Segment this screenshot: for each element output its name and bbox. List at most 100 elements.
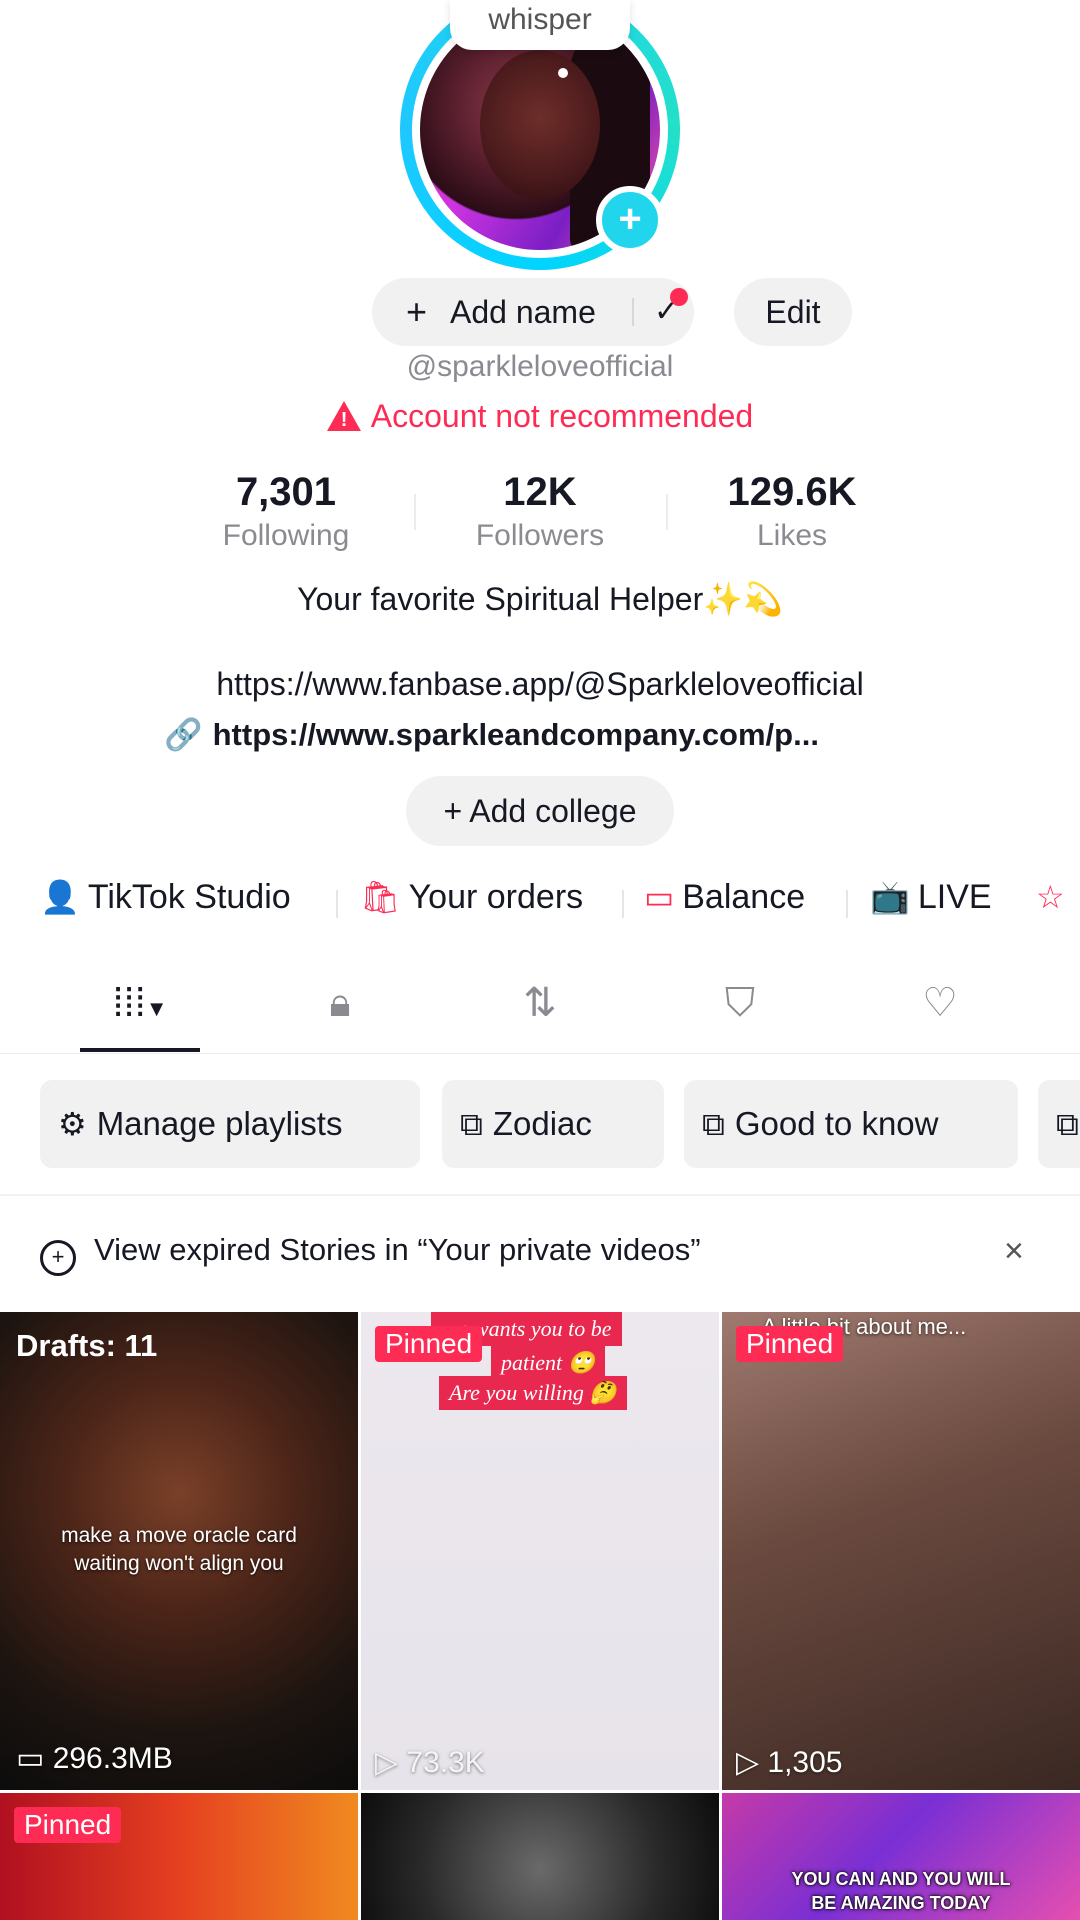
caption-line: BE AMAZING TODAY [811,1893,991,1913]
repost-icon: ⇅ [523,981,557,1025]
caption-line: waiting won't align you [74,1552,284,1575]
orders-icon: 🛍 [360,879,401,915]
caption-line: patient 🙄 [491,1346,605,1380]
divider [632,298,634,326]
chevron-down-icon: ▼ [145,996,168,1021]
view-count-value: 73.3K [406,1746,485,1779]
studio-icon: 👤 [40,879,80,915]
stat-label: Followers [475,519,605,552]
profile-tab-bar: ⁞⁞⁞▼ 🔒︎ ⇅ ⛉ ♡ [0,970,1080,1054]
close-icon[interactable]: × [1004,1232,1024,1271]
notice-text: View expired Stories in “Your private vi… [94,1232,701,1267]
notification-dot [670,288,688,306]
star-icon: ☆ [1036,879,1065,915]
video-tile[interactable]: YOU CAN AND YOU WILL BE AMAZING TODAY [722,1793,1080,1920]
stat-label: Following [222,519,350,552]
shortcut-label: LIVE [917,878,992,916]
video-tile[interactable]: ...n wants you to be patient 🙄 Are you w… [361,1312,719,1790]
pinned-badge: Pinned [14,1807,122,1843]
video-tile[interactable]: A little bit about me... Pinned ▷ 1,305 [722,1312,1080,1790]
warning-text: Account not recommended [370,398,754,434]
add-name-label: Add name [450,294,596,330]
playlist-zodiac[interactable]: ⧉ Zodiac [442,1080,664,1168]
divider [846,890,848,918]
stat-label: Likes [756,519,828,552]
section-divider [0,1194,1080,1196]
divider [336,890,338,918]
video-caption: make a move oracle card waiting won't al… [0,1522,358,1578]
storage-icon: ▭ [16,1742,53,1775]
caption-line: Are you willing 🤔 [439,1376,627,1410]
video-caption: YOU CAN AND YOU WILL BE AMAZING TODAY [722,1867,1080,1915]
video-tile[interactable] [361,1793,719,1920]
playlist-more[interactable]: ⧉ [1038,1080,1080,1168]
videos-grid-icon: ⁞⁞⁞ [112,981,146,1025]
tab-private[interactable]: 🔒︎ [280,970,400,1054]
heart-icon: ♡ [922,981,958,1025]
playlist-good-to-know[interactable]: ⧉ Good to know [684,1080,1018,1168]
view-count: ▷ 1,305 [736,1745,842,1780]
whisper-bubble[interactable]: whisper [450,0,630,50]
bookmark-icon: ⛉ [725,981,755,1025]
shortcut-live[interactable]: 📺 LIVE [870,878,992,917]
divider [622,890,624,918]
playlist-label: Good to know [734,1105,939,1142]
lock-icon: 🔒︎ [329,981,351,1025]
stat-likes[interactable]: 129.6K Likes [682,470,902,553]
pinned-badge: Pinned [375,1326,483,1362]
view-count: ▷ 73.3K [375,1745,485,1780]
active-tab-indicator [80,1048,200,1052]
view-count-value: 1,305 [767,1746,843,1779]
add-name-button[interactable]: + Add name ✓ [372,278,694,346]
shortcut-tiktok-studio[interactable]: 👤 TikTok Studio [40,878,291,917]
website-link-text: https://www.sparkleandcompany.com/p... [212,717,819,752]
playlist-icon: ⧉ [1056,1106,1079,1142]
stat-value: 7,301 [235,470,337,514]
shortcut-bar: 👤 TikTok Studio 🛍 Your orders ▭ Balance 📺 LI… [0,872,1080,932]
stat-divider [666,494,668,530]
shortcut-your-orders[interactable]: 🛍 Your orders [360,878,583,917]
gear-icon: ⚙ [58,1106,87,1142]
tab-reposts[interactable]: ⇅ [480,970,600,1054]
bio-link-fanbase[interactable]: https://www.fanbase.app/@Sparkleloveoffi… [0,666,1080,703]
stat-value: 129.6K [727,470,857,514]
video-tile[interactable]: Pinned [0,1793,358,1920]
website-link[interactable]: 🔗 https://www.sparkleandcompany.com/p... [164,716,819,753]
playlist-icon: ⧉ [702,1106,725,1142]
whisper-dot [558,68,568,78]
expired-stories-notice[interactable]: + View expired Stories in “Your private v… [40,1232,701,1276]
stat-followers[interactable]: 12K Followers [430,470,650,553]
stat-following[interactable]: 7,301 Following [176,470,396,553]
caption-line: YOU CAN AND YOU WILL [791,1869,1011,1889]
edit-profile-button[interactable]: Edit [734,278,852,346]
playlist-label: Manage playlists [96,1105,343,1142]
drafts-count: Drafts: 11 [16,1328,158,1363]
account-warning[interactable]: ! Account not recommended [0,398,1080,435]
shortcut-balance[interactable]: ▭ Balance [644,878,805,917]
edit-label: Edit [765,294,821,330]
add-story-button[interactable]: + [596,186,664,254]
avatar-face [480,50,600,200]
username-handle: @sparkleloveofficial [406,350,674,383]
pinned-badge: Pinned [736,1326,844,1362]
playlist-label: Zodiac [492,1105,592,1142]
storage-size: 296.3MB [52,1742,173,1775]
play-icon: ▷ [375,1746,407,1779]
tab-favorites[interactable]: ⛉ [680,970,800,1054]
tab-videos[interactable]: ⁞⁞⁞▼ [80,970,200,1054]
shortcut-label: Your orders [408,878,584,916]
live-icon: 📺 [870,879,910,915]
draft-storage: ▭ 296.3MB [16,1741,173,1776]
video-tile-drafts[interactable]: Drafts: 11 make a move oracle card waiti… [0,1312,358,1790]
stat-divider [414,494,416,530]
shortcut-more[interactable]: ☆ [1036,878,1073,917]
manage-playlists-button[interactable]: ⚙ Manage playlists [40,1080,420,1168]
stat-value: 12K [503,470,577,514]
plus-icon: + [406,291,428,332]
caption-line: make a move oracle card [61,1524,297,1547]
play-icon: ▷ [736,1746,768,1779]
add-college-button[interactable]: + Add college [406,776,674,846]
story-plus-icon: + [40,1240,76,1276]
plus-icon: + [618,197,642,241]
tab-liked[interactable]: ♡ [880,970,1000,1054]
